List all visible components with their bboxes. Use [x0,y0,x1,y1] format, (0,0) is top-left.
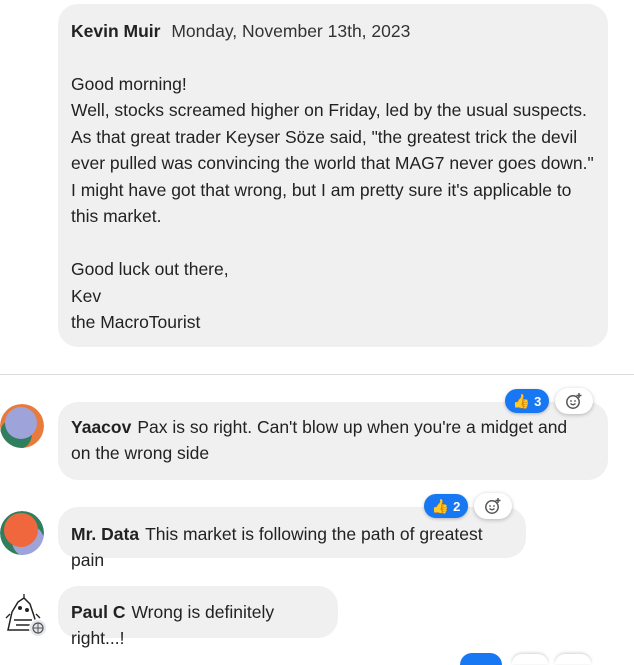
add-reaction-button[interactable] [555,388,593,414]
reaction-count[interactable]: 👍 2 [424,494,468,518]
post-header: Kevin Muir Monday, November 13th, 2023 [71,18,594,45]
reaction-count-value: 3 [534,393,542,409]
comment-bubble: Yaacov Pax is so right. Can't blow up whe… [58,402,608,480]
add-reaction-button[interactable] [474,493,512,519]
comment-bubble: Paul C Wrong is definitely right...! [58,586,338,648]
avatar[interactable] [0,404,44,448]
reaction-count[interactable] [460,653,502,665]
avatar[interactable] [0,511,44,555]
globe-badge-icon [29,619,47,637]
reaction-count[interactable]: 👍 3 [505,389,549,413]
reaction-count-value: 2 [453,498,461,514]
add-reaction-button[interactable] [555,654,591,664]
comment-author[interactable]: Yaacov [71,417,131,437]
add-reaction-icon [485,498,501,514]
post-date: Monday, November 13th, 2023 [171,21,411,41]
add-reaction-button[interactable] [512,654,548,664]
post-author[interactable]: Kevin Muir [71,21,160,41]
comment-text: Pax is so right. Can't blow up when you'… [71,417,568,463]
comment-author[interactable]: Paul C [71,602,125,622]
thumbs-up-icon: 👍 [431,498,450,514]
post-body: Good morning! Well, stocks screamed high… [71,73,594,333]
avatar[interactable] [0,590,47,637]
comment-author[interactable]: Mr. Data [71,524,139,544]
thumbs-up-icon: 👍 [512,393,531,409]
post-bubble: Kevin Muir Monday, November 13th, 2023 G… [58,4,608,347]
divider [0,374,634,375]
add-reaction-icon [566,393,582,409]
